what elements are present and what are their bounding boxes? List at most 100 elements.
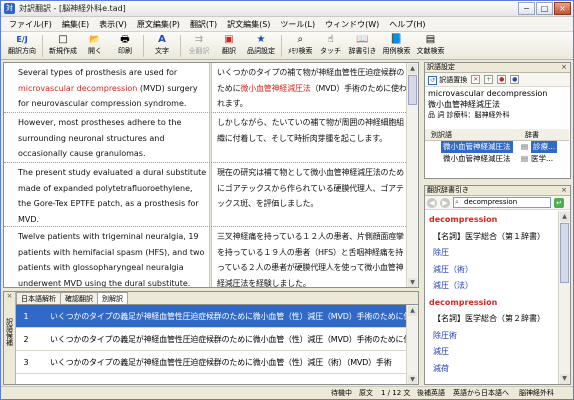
menu-translate[interactable]: 翻訳(T) (190, 19, 217, 30)
memory-search-icon: ⌕ (297, 34, 304, 45)
font-label: 文字 (155, 47, 169, 55)
new-file-icon: □ (58, 34, 68, 45)
menu-file[interactable]: ファイル(F) (9, 19, 52, 30)
alt-term-row[interactable]: 微小血管神経減圧法 ▤ 医学... (425, 153, 569, 165)
forward-icon[interactable]: ▶ (440, 197, 450, 208)
close-button[interactable]: × (554, 2, 571, 15)
scroll-up-icon[interactable]: ▲ (408, 306, 417, 316)
target-sentence[interactable]: 三叉神経痛を持っている１２人の患者、片側顔面痙攣を持っている１９人の患者（HFS… (214, 227, 408, 287)
touch-button[interactable]: ☝ タッチ (316, 34, 346, 59)
source-sentence[interactable]: However, most prostheses adhere to the s… (4, 113, 208, 162)
col-alt-term: 別訳語 (431, 131, 452, 139)
touch-label: タッチ (320, 47, 341, 55)
print-button[interactable]: 🖶 印刷 (110, 34, 140, 59)
segment-row[interactable]: The present study evaluated a dural subs… (4, 163, 408, 227)
dictionary-scrollbar[interactable]: ▲ ▼ (558, 211, 570, 384)
entry-translation[interactable]: 減荷 (425, 361, 558, 378)
dictionary-search-bar: ◀ ▶ ⌕ decompression ↵ (425, 196, 570, 210)
search-go-button[interactable]: ↵ (554, 197, 564, 208)
literature-search-button[interactable]: ▤ 文献検索 (414, 34, 448, 59)
entry-pos: 【名詞】医学総合（第２辞書） (433, 314, 545, 323)
translate-button[interactable]: ▣ 翻訳 (214, 34, 244, 59)
side-label-text: 訳語候補 (5, 318, 14, 346)
candidate-row[interactable]: 1 いくつかのタイプの義足が神経血管性圧迫症候群のために微小血管（性）減圧（MV… (16, 305, 418, 328)
candidate-scrollbar[interactable]: ▲ ▼ (406, 305, 418, 384)
entry-translation[interactable]: 減圧 (425, 344, 558, 361)
entry-translation[interactable]: 除圧 (425, 245, 558, 262)
close-pane-icon[interactable]: × (4, 292, 15, 300)
menu-edit[interactable]: 編集(E) (62, 19, 89, 30)
dictionary-search-input[interactable]: ⌕ decompression (453, 197, 551, 208)
maximize-button[interactable]: □ (536, 2, 553, 15)
folder-icon: 📂 (89, 35, 101, 45)
replace-term-button[interactable]: ↺ 訳語置換 (428, 75, 467, 85)
source-sentence[interactable]: Twelve patients with trigeminal neuralgi… (4, 227, 208, 287)
title-bar[interactable]: 対 対訳翻訳 - [脳神経外科e.tad] − □ × (1, 1, 573, 17)
menu-help[interactable]: ヘルプ(H) (389, 19, 425, 30)
alt-term: 微小血管神経減圧法 (443, 154, 511, 163)
highlight-term: microvascular decompression (18, 83, 138, 93)
target-sentence[interactable]: いくつかのタイプの補て物が神経血管性圧迫症候群のために微小血管神経減圧法（MVD… (214, 63, 408, 112)
close-panel-icon[interactable]: × (561, 63, 567, 72)
new-button[interactable]: □ 新規作成 (46, 34, 80, 59)
move-down-icon[interactable]: ● (510, 75, 520, 84)
scroll-down-icon[interactable]: ▼ (560, 374, 569, 384)
pos-setting-button[interactable]: ★ 品詞設定 (244, 34, 278, 59)
minimize-button[interactable]: − (518, 2, 535, 15)
delete-icon[interactable]: ✕ (471, 75, 481, 84)
bilingual-editor[interactable]: Several types of prosthesis are used for… (3, 62, 419, 288)
open-button[interactable]: 📂 開く (80, 34, 110, 59)
entry-headword: decompression (429, 297, 498, 307)
tab-confirm-translation[interactable]: 確認翻訳 (60, 292, 98, 304)
memory-search-button[interactable]: ⌕ ﾒﾓﾘ検索 (285, 34, 316, 59)
scroll-thumb[interactable] (408, 75, 417, 105)
scroll-thumb[interactable] (560, 223, 569, 283)
translate-all-button[interactable]: ⇉ 全翻訳 (184, 34, 214, 59)
translate-all-icon: ⇉ (194, 34, 204, 45)
scroll-up-icon[interactable]: ▲ (560, 212, 569, 222)
source-sentence[interactable]: Several types of prosthesis are used for… (4, 63, 208, 112)
dictionary-icon: ▤ (521, 142, 529, 151)
close-panel-icon[interactable]: × (561, 186, 567, 195)
menu-window[interactable]: ウィンドウ(W) (325, 19, 379, 30)
status-mode2: 後補英語 (417, 389, 445, 397)
pos-setting-icon: ★ (256, 34, 266, 45)
entry-translation[interactable]: 減圧（術） (425, 262, 558, 279)
alt-term-row[interactable]: 微小血管神経減圧法 ▤ 診療... (425, 141, 569, 153)
candidate-text: いくつかのタイプの義足が神経血管性圧迫症候群のために微小血管（性）減圧（MVD）… (50, 335, 419, 344)
font-button[interactable]: A 文字 (147, 34, 177, 59)
example-search-button[interactable]: 📘 用例検索 (380, 34, 414, 59)
menu-view[interactable]: 表示(V) (99, 19, 127, 30)
segment-row[interactable]: Several types of prosthesis are used for… (4, 63, 408, 113)
tab-alternative-translation[interactable]: 別解訳 (97, 292, 128, 304)
dictionary-lookup-button[interactable]: 📖 辞書引き (346, 34, 380, 59)
target-sentence[interactable]: 現在の研究は補て物として微小血管神経減圧法のためにゴアテックスから作られている硬… (214, 163, 408, 212)
move-up-icon[interactable]: ● (497, 75, 507, 84)
menu-target-edit[interactable]: 訳文編集(S) (227, 19, 270, 30)
scroll-down-icon[interactable]: ▼ (408, 278, 417, 287)
entry-translation[interactable]: 除圧術 (425, 328, 558, 345)
segment-row[interactable]: Twelve patients with trigeminal neuralgi… (4, 227, 408, 287)
back-icon[interactable]: ◀ (427, 197, 437, 208)
open-label: 開く (88, 47, 102, 55)
direction-icon: E/J (16, 35, 28, 44)
target-sentence[interactable]: しかしながら、たいていの補て物が周囲の神経細胞組織に付着して、そして時折肉芽腫を… (214, 113, 408, 146)
literature-search-icon: ▤ (425, 34, 436, 45)
editor-scrollbar[interactable]: ▲ ▼ (406, 63, 418, 287)
add-icon[interactable]: + (484, 75, 494, 84)
scroll-down-icon[interactable]: ▼ (408, 375, 417, 384)
segment-row[interactable]: However, most prostheses adhere to the s… (4, 113, 408, 163)
alt-term-grid: 別訳語 辞書 微小血管神経減圧法 ▤ 診療... 微小血管神経減圧法 ▤ 医学.… (425, 129, 569, 165)
menu-source-edit[interactable]: 原文編集(P) (137, 19, 180, 30)
scroll-up-icon[interactable]: ▲ (408, 64, 417, 74)
source-sentence[interactable]: The present study evaluated a dural subs… (4, 163, 208, 227)
search-value: decompression (464, 198, 518, 206)
entry-translation[interactable]: 減圧（法） (425, 278, 558, 295)
candidate-row[interactable]: 2 いくつかのタイプの義足が神経血管性圧迫症候群のために微小血管（性）減圧（MV… (16, 328, 418, 351)
candidate-row[interactable]: 3 いくつかのタイプの義足が神経血管性圧迫症候群のために微小血管（性）減圧（術）… (16, 351, 408, 374)
tab-japanese-analysis[interactable]: 日本語解析 (16, 292, 61, 304)
menu-tools[interactable]: ツール(L) (280, 19, 315, 30)
status-bar: 待機中 原文 1 / 12 文 後補英語 英語から日本語へ 脳神経外科 (1, 386, 573, 399)
translate-icon: ▣ (224, 34, 234, 45)
direction-button[interactable]: E/J 翻訳方向 (5, 34, 39, 59)
